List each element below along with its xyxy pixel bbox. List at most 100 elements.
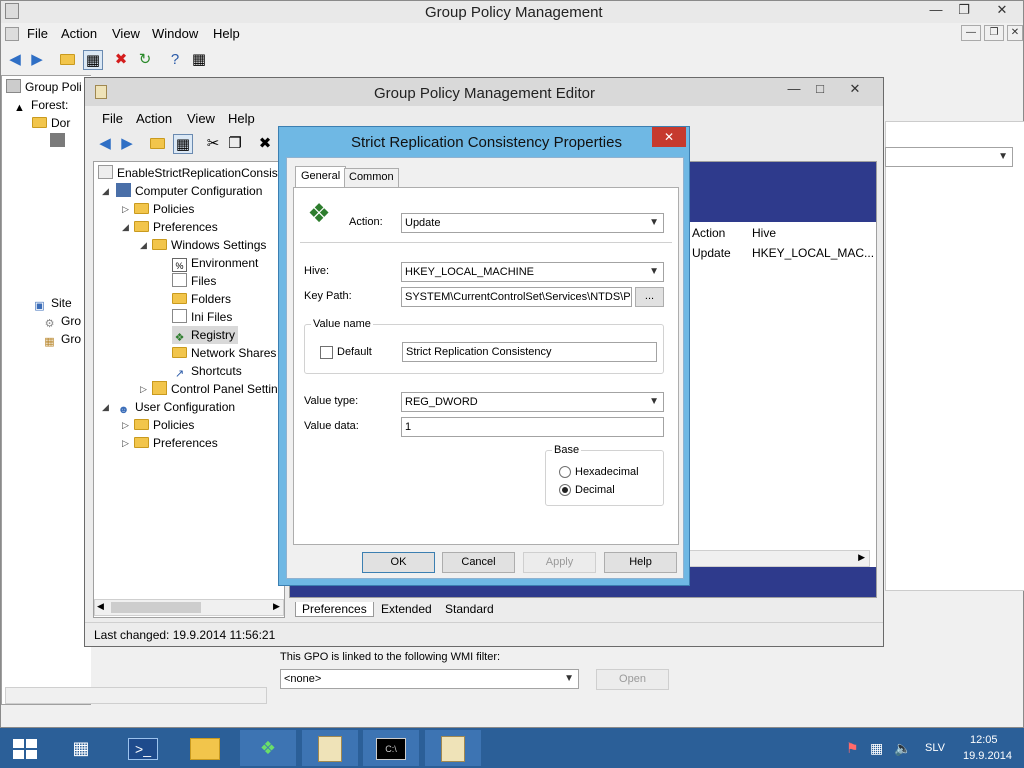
default-checkbox[interactable] [320, 346, 333, 359]
gpm-task-icon[interactable] [302, 730, 358, 766]
scroll-left-icon[interactable]: ◀ [97, 601, 104, 612]
help-button[interactable]: Help [604, 552, 677, 573]
tree-policies[interactable]: Policies [134, 200, 194, 218]
tree-control-panel[interactable]: Control Panel Settin [152, 380, 278, 398]
tab-common[interactable]: Common [344, 168, 399, 188]
tab-general[interactable]: General [295, 166, 347, 188]
value-name-input[interactable]: Strict Replication Consistency [402, 342, 657, 362]
expand-arrow-icon[interactable]: ◢ [102, 402, 112, 413]
tree-folders[interactable]: Folders [172, 290, 231, 308]
details-hscrollbar[interactable]: ▶ [670, 550, 870, 567]
cmd-task-icon[interactable]: C:\ [363, 730, 419, 766]
tree-registry-selected[interactable]: ❖ Registry [172, 326, 239, 344]
gpme-delete-icon[interactable]: ✖ [255, 134, 275, 154]
collapse-arrow-icon[interactable]: ▷ [140, 384, 150, 395]
server-manager-icon[interactable]: ▦ [53, 730, 109, 766]
gpme-maximize-button[interactable]: □ [805, 80, 835, 100]
tree-files[interactable]: Files [172, 272, 216, 290]
tree-windows-settings[interactable]: Windows Settings [152, 236, 266, 254]
gpme-tree-hscrollbar[interactable]: ◀ ▶ [94, 599, 284, 616]
tree-item-domain-node[interactable] [50, 132, 69, 150]
mdi-minimize-button[interactable]: — [961, 25, 981, 41]
tree-shortcuts[interactable]: ↗ Shortcuts [172, 362, 242, 380]
column-header-hive[interactable]: Hive [752, 226, 776, 240]
up-folder-icon[interactable] [59, 50, 79, 70]
tab-preferences[interactable]: Preferences [295, 602, 374, 617]
scroll-right-icon[interactable]: ▶ [858, 552, 865, 563]
gpme-cut-icon[interactable]: ✂ [203, 134, 223, 154]
tree-user-policies[interactable]: Policies [134, 416, 194, 434]
apply-button[interactable]: Apply [523, 552, 596, 573]
gpme-close-button[interactable]: ✕ [837, 80, 873, 100]
decimal-radio[interactable] [559, 484, 571, 496]
notes-task-icon[interactable] [425, 730, 481, 766]
menu-view[interactable]: View [112, 26, 140, 41]
gpme-copy-icon[interactable]: ❐ [225, 134, 245, 154]
file-explorer-icon[interactable] [177, 730, 233, 766]
tree-preferences[interactable]: Preferences [134, 218, 218, 236]
close-button[interactable]: ✕ [985, 1, 1019, 21]
hexadecimal-radio[interactable] [559, 466, 571, 478]
action-combo[interactable]: Update ▼ [401, 213, 664, 233]
keypath-input[interactable]: SYSTEM\CurrentControlSet\Services\NTDS\P… [401, 287, 632, 307]
menu-window[interactable]: Window [152, 26, 198, 41]
menu-help[interactable]: Help [213, 26, 240, 41]
gpme-menu-file[interactable]: File [102, 111, 123, 126]
scroll-thumb[interactable] [111, 602, 201, 613]
gpme-tree-toggle-icon[interactable]: ▦ [173, 134, 193, 154]
back-arrow-icon[interactable]: ◀ [5, 50, 25, 70]
tree-computer-config[interactable]: Computer Configuration [116, 182, 262, 200]
hive-combo[interactable]: HKEY_LOCAL_MACHINE ▼ [401, 262, 664, 282]
gpm-right-combo[interactable]: ▼ [885, 147, 1013, 167]
gpme-up-icon[interactable] [149, 134, 169, 154]
clock-time[interactable]: 12:05 [970, 734, 998, 746]
start-windows-icon[interactable] [0, 730, 50, 766]
menu-action[interactable]: Action [61, 26, 97, 41]
expand-arrow-icon[interactable]: ◢ [122, 222, 132, 233]
expand-arrow-icon[interactable]: ◢ [102, 186, 112, 197]
delete-icon[interactable]: ✖ [111, 50, 131, 70]
list-cell-hive[interactable]: HKEY_LOCAL_MAC... [752, 246, 874, 260]
column-header-action[interactable]: Action [692, 226, 725, 240]
tree-item-sites[interactable]: ▣ Site [32, 294, 71, 312]
language-indicator[interactable]: SLV [925, 742, 945, 754]
refresh-icon[interactable]: ↻ [135, 50, 155, 70]
gpme-menu-view[interactable]: View [187, 111, 215, 126]
ok-button[interactable]: OK [362, 552, 435, 573]
list-cell-action[interactable]: Update [692, 246, 731, 260]
network-icon[interactable]: ▦ [870, 740, 883, 757]
collapse-arrow-icon[interactable]: ▷ [122, 204, 132, 215]
tree-item-gp-results[interactable]: ▦ Gro [42, 330, 81, 348]
tree-environment[interactable]: % Environment [172, 254, 258, 272]
gpme-task-icon[interactable]: ❖ [240, 730, 296, 766]
mdi-close-button[interactable]: ✕ [1007, 25, 1023, 41]
tree-root-gpo[interactable]: EnableStrictReplicationConsist [98, 164, 281, 182]
gpme-menu-help[interactable]: Help [228, 111, 255, 126]
powershell-icon[interactable]: >_ [115, 730, 171, 766]
value-data-input[interactable]: 1 [401, 417, 664, 437]
dialog-close-button[interactable]: ✕ [652, 127, 686, 147]
help-icon[interactable]: ? [165, 50, 185, 70]
gpm-tree-scrollbar[interactable] [5, 687, 267, 704]
value-type-combo[interactable]: REG_DWORD ▼ [401, 392, 664, 412]
menu-file[interactable]: File [27, 26, 48, 41]
flag-icon[interactable]: ⚑ [846, 740, 859, 757]
wmi-filter-combo[interactable]: <none> ▼ [280, 669, 579, 689]
tree-item-gp-modeling[interactable]: ⚙ Gro [42, 312, 81, 330]
tree-item-domains[interactable]: Dor [32, 114, 70, 132]
mdi-restore-button[interactable]: ❐ [984, 25, 1004, 41]
collapse-arrow-icon[interactable]: ▷ [122, 438, 132, 449]
minimize-button[interactable]: — [921, 1, 951, 21]
cancel-button[interactable]: Cancel [442, 552, 515, 573]
tab-extended[interactable]: Extended [381, 602, 432, 616]
clock-date[interactable]: 19.9.2014 [963, 750, 1012, 762]
gpme-forward-icon[interactable]: ▶ [117, 134, 137, 154]
show-hide-tree-icon[interactable]: ▦ [83, 50, 103, 70]
tree-item-root[interactable]: Group Poli [6, 78, 82, 96]
scroll-right-icon[interactable]: ▶ [273, 601, 280, 612]
tree-item-forest[interactable]: ▲ Forest: [12, 96, 68, 114]
tree-ini-files[interactable]: Ini Files [172, 308, 232, 326]
gpme-back-icon[interactable]: ◀ [95, 134, 115, 154]
properties-icon[interactable]: ▦ [189, 50, 209, 70]
collapse-arrow-icon[interactable]: ▷ [122, 420, 132, 431]
